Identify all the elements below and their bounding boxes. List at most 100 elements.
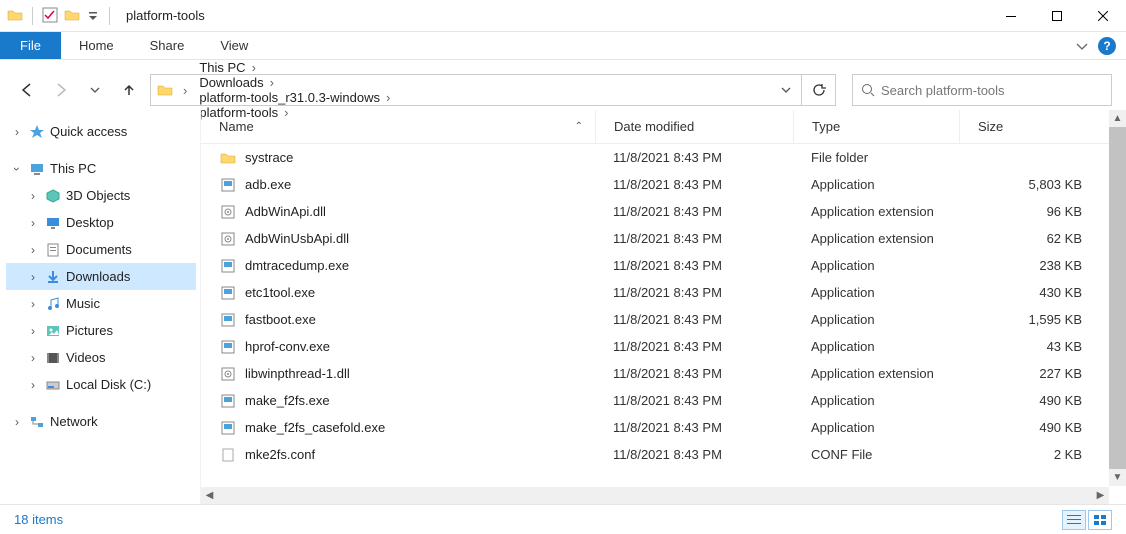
horizontal-scrollbar[interactable]: ◀ ▶ xyxy=(201,487,1109,504)
sidebar-item[interactable]: ›Music xyxy=(6,290,196,317)
forward-button[interactable] xyxy=(48,77,74,103)
file-row[interactable]: libwinpthread-1.dll 11/8/2021 8:43 PM Ap… xyxy=(201,360,1126,387)
chevron-right-icon[interactable]: › xyxy=(10,415,24,429)
breadcrumb-segment[interactable]: This PC› xyxy=(195,60,398,75)
file-name: libwinpthread-1.dll xyxy=(245,366,350,381)
file-size: 62 KB xyxy=(959,231,1106,246)
pc-icon xyxy=(28,161,46,177)
column-header-size[interactable]: Size xyxy=(959,110,1106,143)
file-date: 11/8/2021 8:43 PM xyxy=(595,231,793,246)
file-row[interactable]: AdbWinUsbApi.dll 11/8/2021 8:43 PM Appli… xyxy=(201,225,1126,252)
file-size: 227 KB xyxy=(959,366,1106,381)
quick-access-checkbox-icon[interactable] xyxy=(41,6,59,26)
sidebar-network[interactable]: › Network xyxy=(6,408,196,435)
chevron-right-icon[interactable]: › xyxy=(266,75,278,90)
file-row[interactable]: make_f2fs_casefold.exe 11/8/2021 8:43 PM… xyxy=(201,414,1126,441)
column-header-date[interactable]: Date modified xyxy=(595,110,793,143)
disk-icon xyxy=(44,377,62,393)
file-row[interactable]: adb.exe 11/8/2021 8:43 PM Application 5,… xyxy=(201,171,1126,198)
sidebar-item[interactable]: ›Videos xyxy=(6,344,196,371)
sidebar-item[interactable]: › Pictures xyxy=(6,317,196,344)
file-row[interactable]: fastboot.exe 11/8/2021 8:43 PM Applicati… xyxy=(201,306,1126,333)
file-tab[interactable]: File xyxy=(0,32,61,59)
chevron-right-icon[interactable]: › xyxy=(26,351,40,365)
refresh-button[interactable] xyxy=(802,74,836,106)
sidebar-item[interactable]: ›Desktop xyxy=(6,209,196,236)
breadcrumb-segment[interactable]: platform-tools_r31.0.3-windows› xyxy=(195,90,398,105)
chevron-right-icon[interactable]: › xyxy=(382,90,394,105)
scroll-down-icon[interactable]: ▼ xyxy=(1109,469,1126,486)
file-row[interactable]: systrace 11/8/2021 8:43 PM File folder xyxy=(201,144,1126,171)
thumbnails-view-button[interactable] xyxy=(1088,510,1112,530)
help-button[interactable]: ? xyxy=(1098,37,1116,55)
sidebar-item-label: Pictures xyxy=(66,323,113,338)
folder-small-icon[interactable] xyxy=(63,6,81,26)
folder-icon xyxy=(219,150,237,166)
dll-icon xyxy=(219,231,237,247)
recent-dropdown[interactable] xyxy=(82,77,108,103)
file-name: AdbWinUsbApi.dll xyxy=(245,231,349,246)
file-row[interactable]: mke2fs.conf 11/8/2021 8:43 PM CONF File … xyxy=(201,441,1126,468)
chevron-right-icon[interactable]: › xyxy=(26,378,40,392)
chevron-right-icon[interactable]: › xyxy=(26,216,40,230)
qat-dropdown[interactable] xyxy=(85,12,101,20)
sidebar-item[interactable]: ›Documents xyxy=(6,236,196,263)
scroll-thumb[interactable] xyxy=(1109,127,1126,469)
exe-icon xyxy=(219,339,237,355)
chevron-right-icon[interactable]: › xyxy=(10,125,24,139)
maximize-button[interactable] xyxy=(1034,0,1080,32)
chevron-right-icon[interactable]: › xyxy=(26,243,40,257)
sidebar-item-label: 3D Objects xyxy=(66,188,130,203)
column-header-name[interactable]: Name⌃ xyxy=(201,119,595,134)
chevron-right-icon[interactable]: › xyxy=(26,270,40,284)
video-icon xyxy=(44,350,62,366)
scroll-up-icon[interactable]: ▲ xyxy=(1109,110,1126,127)
file-type: Application xyxy=(793,393,959,408)
navbar: › This PC›Downloads›platform-tools_r31.0… xyxy=(0,70,1126,110)
file-row[interactable]: make_f2fs.exe 11/8/2021 8:43 PM Applicat… xyxy=(201,387,1126,414)
search-box[interactable] xyxy=(852,74,1112,106)
chevron-right-icon[interactable]: › xyxy=(248,60,260,75)
file-row[interactable]: etc1tool.exe 11/8/2021 8:43 PM Applicati… xyxy=(201,279,1126,306)
minimize-button[interactable] xyxy=(988,0,1034,32)
file-date: 11/8/2021 8:43 PM xyxy=(595,393,793,408)
breadcrumb-segment[interactable]: Downloads› xyxy=(195,75,398,90)
file-size: 490 KB xyxy=(959,420,1106,435)
ribbon-expand-icon[interactable] xyxy=(1076,40,1088,52)
file-type: Application extension xyxy=(793,231,959,246)
music-icon xyxy=(44,296,62,312)
sidebar-item[interactable]: › 3D Objects xyxy=(6,182,196,209)
file-type: Application xyxy=(793,258,959,273)
chevron-right-icon[interactable]: › xyxy=(179,83,191,98)
up-button[interactable] xyxy=(116,77,142,103)
details-view-button[interactable] xyxy=(1062,510,1086,530)
sidebar-item[interactable]: ›Downloads xyxy=(6,263,196,290)
sidebar-item[interactable]: ›Local Disk (C:) xyxy=(6,371,196,398)
column-header-type[interactable]: Type xyxy=(793,110,959,143)
file-date: 11/8/2021 8:43 PM xyxy=(595,204,793,219)
file-row[interactable]: AdbWinApi.dll 11/8/2021 8:43 PM Applicat… xyxy=(201,198,1126,225)
tab-share[interactable]: Share xyxy=(132,32,203,59)
doc-icon xyxy=(44,242,62,258)
vertical-scrollbar[interactable]: ▲ ▼ xyxy=(1109,110,1126,486)
scroll-left-icon[interactable]: ◀ xyxy=(201,487,218,504)
file-list[interactable]: systrace 11/8/2021 8:43 PM File folder a… xyxy=(201,144,1126,504)
file-type: Application xyxy=(793,312,959,327)
tab-home[interactable]: Home xyxy=(61,32,132,59)
search-input[interactable] xyxy=(881,83,1103,98)
chevron-right-icon[interactable]: › xyxy=(26,297,40,311)
address-bar[interactable]: › This PC›Downloads›platform-tools_r31.0… xyxy=(150,74,802,106)
scroll-right-icon[interactable]: ▶ xyxy=(1092,487,1109,504)
chevron-right-icon[interactable]: › xyxy=(26,189,40,203)
back-button[interactable] xyxy=(14,77,40,103)
file-row[interactable]: dmtracedump.exe 11/8/2021 8:43 PM Applic… xyxy=(201,252,1126,279)
dll-icon xyxy=(219,366,237,382)
tab-view[interactable]: View xyxy=(202,32,266,59)
sidebar-quick-access[interactable]: › Quick access xyxy=(6,118,196,145)
chevron-right-icon[interactable]: › xyxy=(26,324,40,338)
close-button[interactable] xyxy=(1080,0,1126,32)
file-row[interactable]: hprof-conv.exe 11/8/2021 8:43 PM Applica… xyxy=(201,333,1126,360)
chevron-down-icon[interactable]: › xyxy=(10,162,24,176)
sidebar-this-pc[interactable]: › This PC xyxy=(6,155,196,182)
address-dropdown[interactable] xyxy=(775,85,797,95)
